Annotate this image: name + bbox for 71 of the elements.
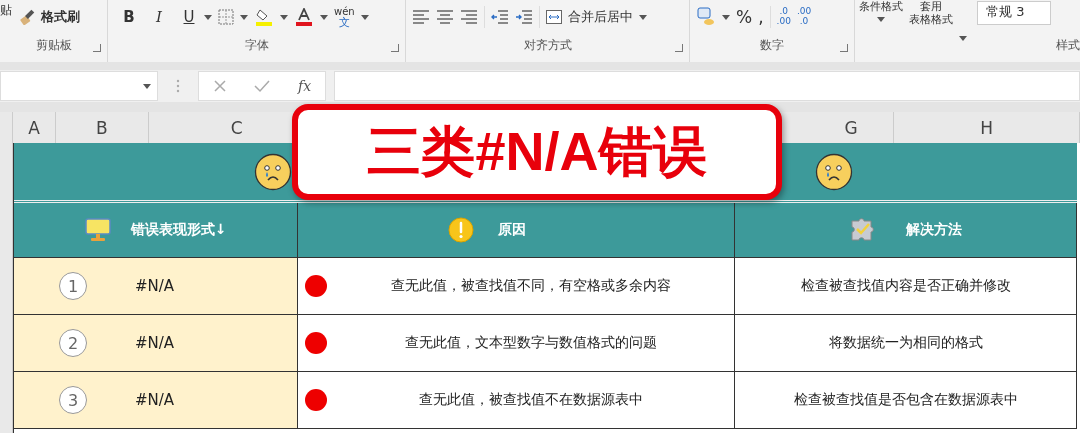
crying-face-icon	[815, 152, 853, 191]
paintbrush-icon	[20, 9, 35, 25]
table-format-button[interactable]: 套用 表格格式	[909, 1, 953, 27]
merge-cells-icon	[546, 10, 562, 24]
monitor-icon	[84, 218, 111, 242]
caret-icon[interactable]	[204, 14, 212, 20]
outdent-icon[interactable]	[491, 10, 509, 24]
group-label: 对齐方式	[523, 37, 572, 54]
increase-decimal-button[interactable]: .0 .00	[776, 7, 791, 27]
caret-icon[interactable]	[143, 83, 151, 89]
phonetic-button[interactable]: wén 文	[334, 6, 355, 28]
align-icon[interactable]	[436, 10, 454, 24]
row-number: 2	[59, 329, 87, 357]
cause-text: 查无此值，被查找值不在数据源表中	[418, 391, 644, 409]
dialog-launcher-icon[interactable]	[675, 44, 683, 52]
dialog-launcher-icon[interactable]	[840, 44, 848, 52]
caret-icon[interactable]	[280, 14, 288, 20]
cause-text: 查无此值，文本型数字与数值格式的问题	[404, 334, 658, 352]
cell-style-field[interactable]: 常规 3	[977, 1, 1051, 25]
drag-handle-icon[interactable]	[176, 79, 180, 93]
title-text: 三类#N/A错误	[367, 119, 707, 183]
dialog-launcher-icon[interactable]	[93, 44, 101, 52]
group-label: 样式	[1056, 37, 1080, 54]
group-label: 数字	[760, 37, 784, 54]
warning-icon	[448, 217, 474, 243]
caret-icon[interactable]	[360, 14, 369, 20]
comma-button[interactable]: ,	[758, 7, 764, 27]
error-value: #N/A	[135, 277, 175, 295]
error-value: #N/A	[135, 391, 175, 409]
cancel-icon[interactable]	[212, 79, 227, 93]
column-heading: 解决方法	[735, 203, 1077, 257]
align-icon[interactable]	[412, 10, 430, 24]
caret-icon[interactable]	[722, 14, 730, 20]
cause-text: 查无此值，被查找值不同，有空格或多余内容	[390, 277, 672, 295]
format-painter-button[interactable]: 格式刷	[20, 8, 80, 26]
bullet-dot-icon	[304, 331, 328, 355]
bold-button[interactable]: B	[120, 8, 138, 26]
conditional-format-button[interactable]: 条件格式	[859, 1, 903, 14]
fill-color-icon[interactable]	[254, 8, 274, 26]
check-icon[interactable]	[254, 79, 271, 93]
row-number: 3	[59, 386, 87, 414]
caret-icon[interactable]	[320, 14, 328, 20]
group-label: 字体	[244, 37, 269, 54]
error-value: #N/A	[135, 334, 175, 352]
percent-button[interactable]: %	[736, 7, 753, 27]
group-label: 剪贴板	[35, 37, 72, 54]
italic-button[interactable]: I	[150, 8, 168, 26]
solution-text: 检查被查找值是否包含在数据源表中	[793, 391, 1018, 409]
caret-icon[interactable]	[959, 36, 967, 41]
decrease-decimal-button[interactable]: .00 .0	[796, 7, 812, 27]
solution-text: 将数据统一为相同的格式	[828, 334, 983, 352]
indent-icon[interactable]	[515, 10, 533, 24]
column-heading: 原因	[298, 203, 735, 257]
caret-icon[interactable]	[240, 14, 248, 20]
merge-center-button[interactable]: 合并后居中	[546, 8, 633, 26]
dialog-launcher-icon[interactable]	[391, 44, 399, 52]
bullet-dot-icon	[304, 388, 328, 412]
borders-icon[interactable]	[218, 9, 234, 25]
caret-icon[interactable]	[877, 17, 885, 23]
column-heading: 错误表现形式↓	[14, 203, 298, 257]
font-color-icon[interactable]	[294, 8, 314, 26]
solution-text: 检查被查找值内容是否正确并修改	[800, 277, 1011, 295]
row-number: 1	[59, 272, 87, 300]
caret-icon[interactable]	[639, 14, 647, 20]
formula-input[interactable]	[334, 71, 1080, 101]
paste-button[interactable]: 贴	[0, 2, 12, 19]
underline-button[interactable]: U	[180, 8, 198, 26]
bullet-dot-icon	[304, 274, 328, 298]
puzzle-check-icon	[849, 217, 876, 243]
insert-function-button[interactable]: fx	[298, 78, 312, 94]
align-icon[interactable]	[460, 10, 478, 24]
